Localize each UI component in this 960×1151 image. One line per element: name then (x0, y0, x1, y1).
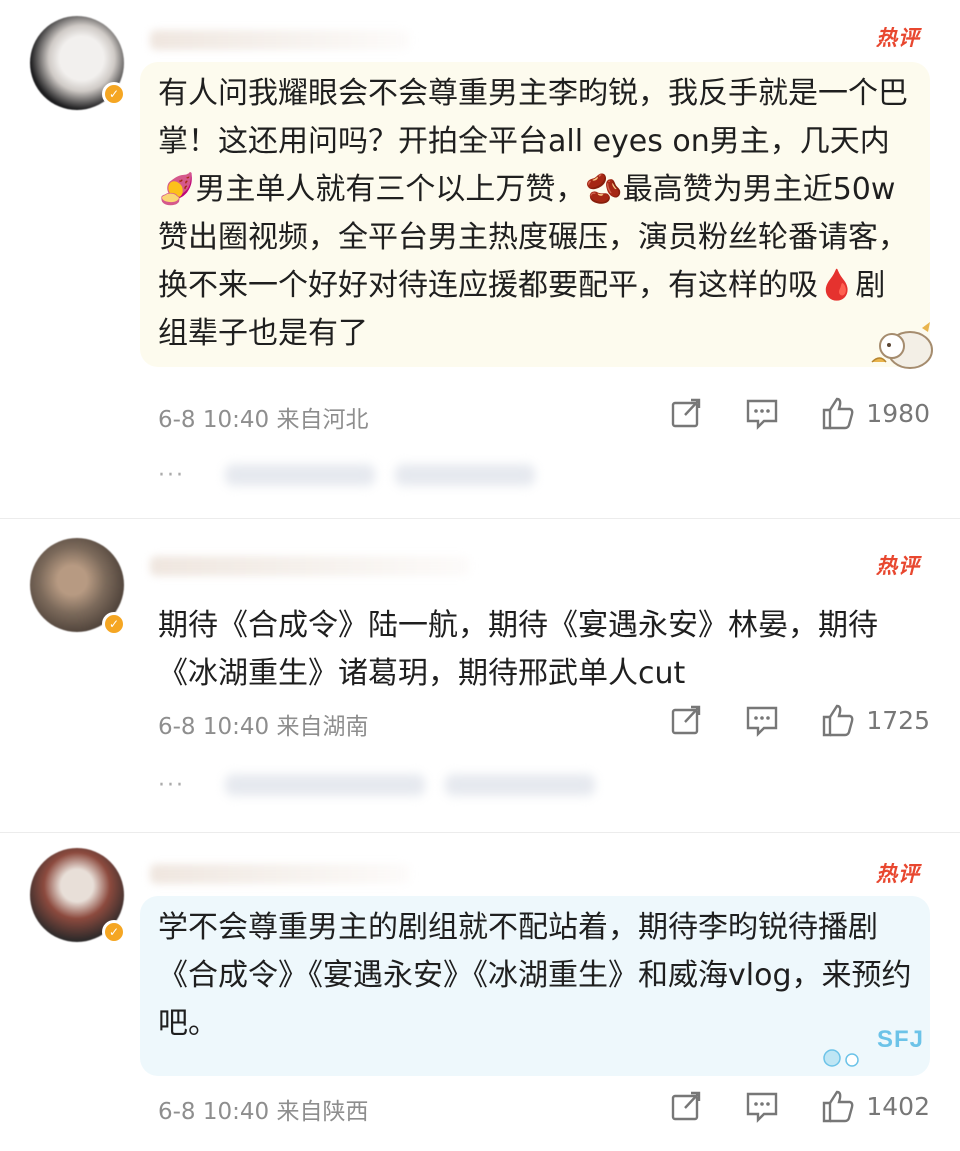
reply-preview-blur (224, 464, 375, 486)
comment-bubble: 有人问我耀眼会不会尊重男主李昀锐，我反手就是一个巴掌！这还用问吗？开拍全平台al… (140, 62, 930, 367)
thumbs-up-icon[interactable] (820, 702, 856, 738)
username[interactable] (150, 30, 410, 50)
comment-item: ✓ 热评 学不会尊重男主的剧组就不配站着，期待李昀锐待播剧《合成令》《宴遇永安》… (0, 834, 960, 1151)
share-icon[interactable] (668, 702, 704, 738)
comment-text: 学不会尊重男主的剧组就不配站着，期待李昀锐待播剧《合成令》《宴遇永安》《冰湖重生… (158, 910, 912, 1041)
like-count: 1402 (866, 1091, 930, 1121)
comment-actions: 1980 (628, 395, 930, 431)
sheep-sticker-icon (871, 322, 933, 369)
comment-text: 有人问我耀眼会不会尊重男主李昀锐，我反手就是一个巴掌！这还用问吗？开拍全平台al… (158, 76, 908, 351)
comment-meta: 6-8 10:40 来自河北 (158, 407, 369, 433)
reply-preview[interactable]: ··· (158, 455, 930, 495)
comment-actions: 1725 (628, 702, 930, 738)
verified-badge-icon: ✓ (102, 612, 126, 636)
comment-icon[interactable] (744, 1088, 780, 1124)
share-icon[interactable] (668, 395, 704, 431)
reply-preview-blur (444, 774, 595, 796)
username[interactable] (150, 556, 470, 576)
more-replies-dots: ··· (158, 772, 185, 798)
sfj-sticker: SFJ (820, 1022, 930, 1072)
comment-bubble: 学不会尊重男主的剧组就不配站着，期待李昀锐待播剧《合成令》《宴遇永安》《冰湖重生… (140, 896, 930, 1076)
reply-preview-blur (224, 774, 425, 796)
like-count: 1980 (866, 398, 930, 428)
divider (0, 832, 960, 833)
comment-icon[interactable] (744, 702, 780, 738)
like-count: 1725 (866, 705, 930, 735)
username[interactable] (150, 864, 410, 884)
comment-bubble: 期待《合成令》陆一航，期待《宴遇永安》林晏，期待《冰湖重生》诸葛玥，期待邢武单人… (140, 594, 930, 704)
comment-icon[interactable] (744, 395, 780, 431)
hot-comment-badge: 热评 (876, 554, 920, 578)
comment-actions: 1402 (628, 1088, 930, 1124)
divider (0, 518, 960, 519)
thumbs-up-icon[interactable] (820, 1088, 856, 1124)
more-replies-dots: ··· (158, 462, 185, 488)
reply-preview-blur (394, 464, 535, 486)
share-icon[interactable] (668, 1088, 704, 1124)
comment-meta: 6-8 10:40 来自陕西 (158, 1099, 369, 1125)
hot-comment-badge: 热评 (876, 862, 920, 886)
sticker-doodle-icon (823, 1049, 859, 1067)
comment-item: ✓ 热评 期待《合成令》陆一航，期待《宴遇永安》林晏，期待《冰湖重生》诸葛玥，期… (0, 520, 960, 830)
thumbs-up-icon[interactable] (820, 395, 856, 431)
comment-text: 期待《合成令》陆一航，期待《宴遇永安》林晏，期待《冰湖重生》诸葛玥，期待邢武单人… (158, 608, 878, 691)
hot-comment-badge: 热评 (876, 26, 920, 50)
sfj-sticker-text: SFJ (876, 1026, 924, 1053)
verified-badge-icon: ✓ (102, 920, 126, 944)
comment-item: ✓ 热评 有人问我耀眼会不会尊重男主李昀锐，我反手就是一个巴掌！这还用问吗？开拍… (0, 0, 960, 505)
reply-preview[interactable]: ··· (158, 765, 930, 805)
verified-badge-icon: ✓ (102, 82, 126, 106)
comment-meta: 6-8 10:40 来自湖南 (158, 714, 369, 740)
